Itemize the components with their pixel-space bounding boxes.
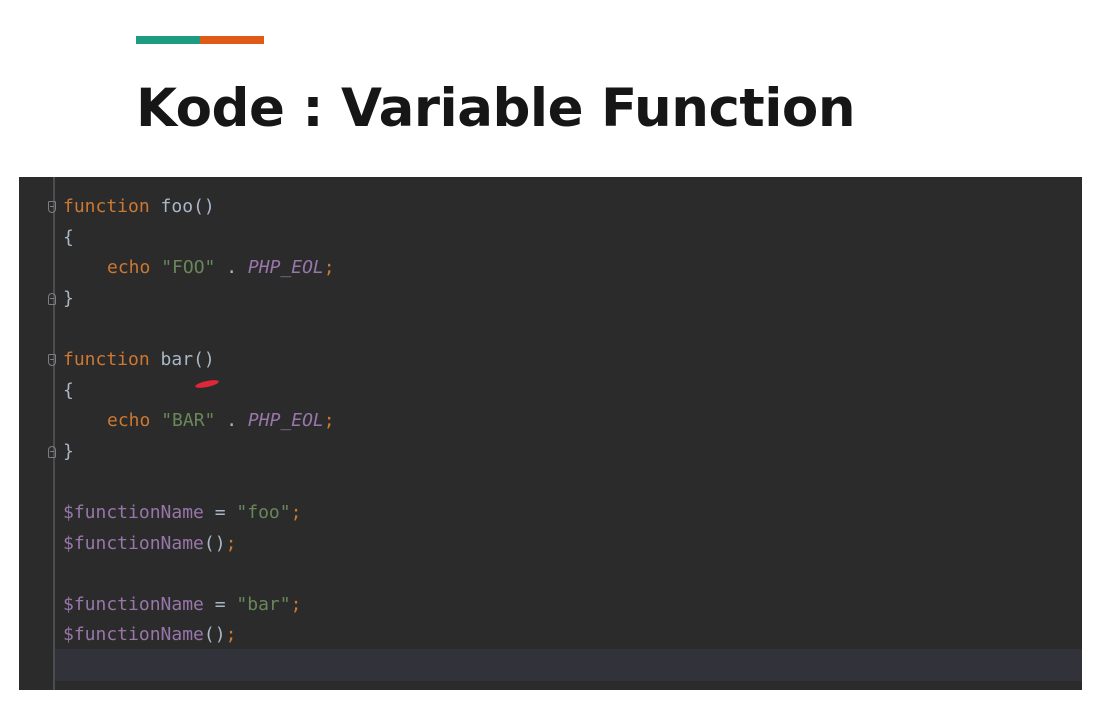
code-token-string: "bar" bbox=[236, 593, 291, 615]
code-line[interactable] bbox=[63, 467, 1082, 498]
code-token-plain: . bbox=[215, 410, 248, 432]
code-token-keyword: function bbox=[63, 348, 150, 370]
code-token-function-name: foo bbox=[160, 196, 194, 217]
code-token-keyword: echo bbox=[107, 410, 151, 432]
code-line[interactable]: function bar() bbox=[48, 345, 1082, 376]
code-editor[interactable]: function foo(){echo "FOO" . PHP_EOL;} fu… bbox=[19, 177, 1082, 690]
code-token-plain: () bbox=[203, 624, 226, 646]
code-line[interactable]: } bbox=[48, 284, 1082, 315]
accent-segment-orange bbox=[200, 36, 264, 44]
code-token-plain: { bbox=[63, 379, 74, 401]
code-token-plain: () bbox=[193, 196, 215, 217]
slide: Kode : Variable Function function foo(){… bbox=[0, 0, 1110, 709]
code-token-plain: = bbox=[203, 593, 237, 615]
code-line[interactable]: } bbox=[48, 437, 1082, 468]
code-line[interactable]: $functionName(); bbox=[63, 529, 1082, 560]
code-token-plain: = bbox=[203, 501, 237, 523]
fold-end-icon[interactable] bbox=[48, 292, 56, 305]
fold-start-icon[interactable] bbox=[48, 353, 56, 366]
fold-end-icon[interactable] bbox=[48, 445, 56, 458]
code-token-plain: { bbox=[63, 226, 74, 248]
code-token-variable: $functionName bbox=[63, 624, 204, 646]
code-token-keyword: function bbox=[63, 196, 150, 217]
accent-segment-teal bbox=[136, 36, 200, 44]
code-token-keyword: ; bbox=[225, 532, 237, 554]
code-token-variable: $functionName bbox=[63, 501, 204, 523]
code-token-constant: PHP_EOL bbox=[247, 410, 324, 432]
code-line[interactable]: echo "FOO" . PHP_EOL; bbox=[63, 253, 1082, 284]
code-line[interactable] bbox=[63, 559, 1082, 590]
code-line[interactable]: { bbox=[63, 223, 1082, 254]
code-line[interactable]: $functionName = "foo"; bbox=[63, 498, 1082, 529]
code-token-variable: $functionName bbox=[63, 593, 204, 615]
code-token-string: "FOO" bbox=[161, 257, 216, 279]
code-token-function-name: bar bbox=[160, 348, 194, 370]
code-token-variable: $functionName bbox=[63, 532, 204, 554]
code-token-keyword: ; bbox=[323, 410, 335, 432]
title-accent-bar bbox=[136, 36, 264, 44]
slide-title: Kode : Variable Function bbox=[136, 78, 856, 139]
code-token-plain: } bbox=[63, 440, 74, 462]
code-line[interactable]: $functionName = "bar"; bbox=[63, 590, 1082, 621]
code-token-keyword: ; bbox=[290, 501, 302, 523]
code-token-string: "BAR" bbox=[161, 410, 216, 432]
code-token-keyword: ; bbox=[323, 257, 335, 279]
code-line[interactable]: echo "BAR" . PHP_EOL; bbox=[63, 406, 1082, 437]
code-area[interactable]: function foo(){echo "FOO" . PHP_EOL;} fu… bbox=[48, 192, 1082, 651]
code-token-keyword: ; bbox=[290, 593, 302, 615]
fold-start-icon[interactable] bbox=[48, 201, 56, 213]
code-line[interactable] bbox=[63, 314, 1082, 345]
code-token-plain: () bbox=[193, 348, 215, 370]
code-token-plain: } bbox=[63, 287, 74, 309]
code-token-keyword: echo bbox=[107, 257, 151, 279]
code-line[interactable]: $functionName(); bbox=[63, 620, 1082, 651]
gutter-separator bbox=[53, 177, 55, 690]
code-token-plain: . bbox=[215, 257, 248, 279]
code-token-constant: PHP_EOL bbox=[247, 257, 324, 279]
current-line-highlight bbox=[55, 649, 1082, 681]
code-token-keyword: ; bbox=[225, 624, 237, 646]
code-token-plain: () bbox=[203, 532, 226, 554]
code-token-string: "foo" bbox=[236, 501, 291, 523]
code-line[interactable]: function foo() bbox=[48, 192, 1082, 223]
